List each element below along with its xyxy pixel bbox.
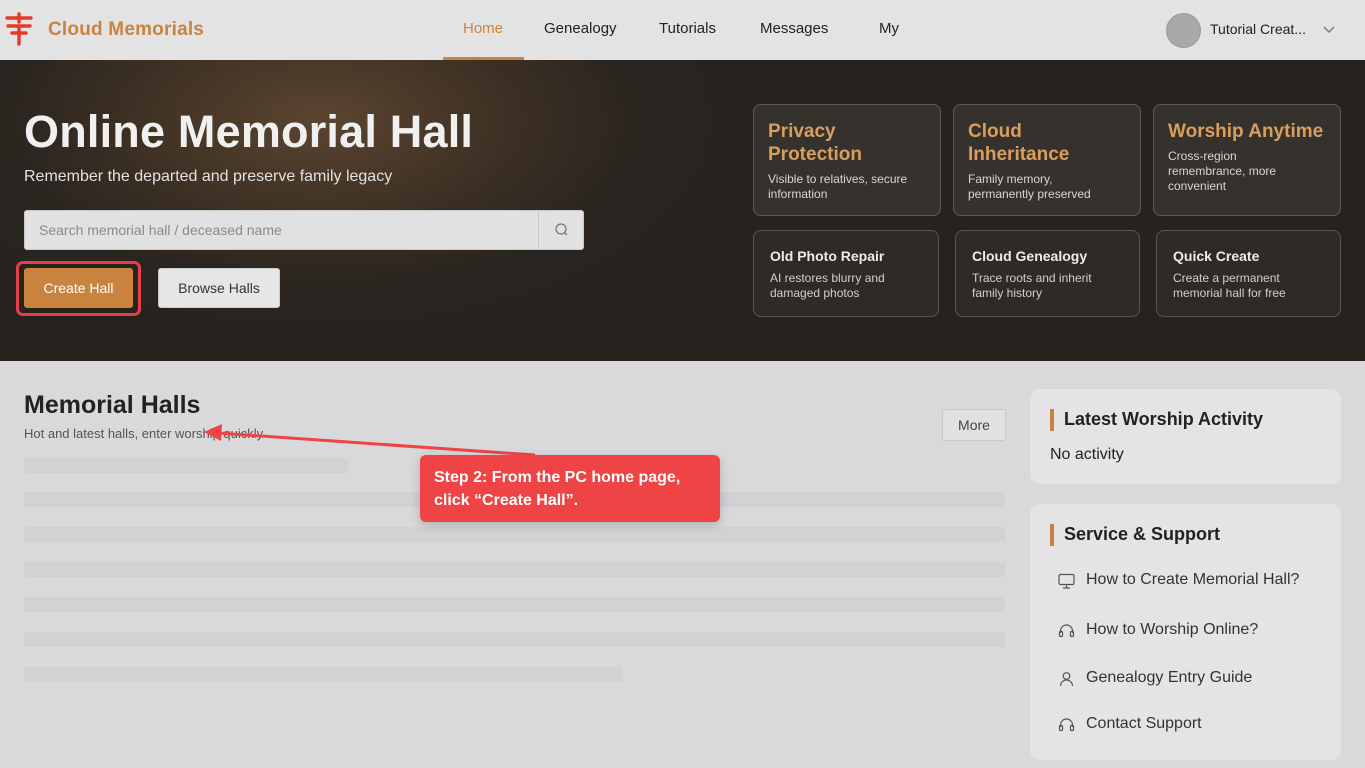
card-title: Service & Support bbox=[1050, 524, 1221, 546]
support-item-label: How to Create Memorial Hall? bbox=[1086, 571, 1300, 588]
feature-desc: Trace roots and inherit family history bbox=[972, 271, 1092, 300]
feature-worship-anytime[interactable]: Worship Anytime Cross-region remembrance… bbox=[1153, 104, 1341, 216]
feature-cloud-inheritance[interactable]: Cloud Inheritance Family memory, permane… bbox=[953, 104, 1141, 216]
latest-activity-card: Latest Worship Activity No activity bbox=[1030, 389, 1341, 484]
activity-title: Latest Worship Activity bbox=[1064, 409, 1264, 429]
feature-title: Old Photo Repair bbox=[770, 248, 885, 264]
memorial-halls-subtitle: Hot and latest halls, enter worship quic… bbox=[24, 426, 264, 441]
annotation-tooltip: Step 2: From the PC home page, click “Cr… bbox=[420, 455, 720, 522]
feature-desc: Family memory, permanently preserved bbox=[968, 172, 1091, 201]
search-button[interactable] bbox=[538, 211, 583, 249]
loading-skeleton bbox=[24, 562, 1005, 577]
feature-desc: AI restores blurry and damaged photos bbox=[770, 271, 885, 300]
headset-icon bbox=[1058, 718, 1075, 732]
hero-subtitle: Remember the departed and preserve famil… bbox=[24, 168, 393, 185]
loading-skeleton bbox=[24, 597, 1005, 612]
headset-icon bbox=[1058, 624, 1075, 638]
service-support-card: Service & Support How to Create Memorial… bbox=[1030, 504, 1341, 760]
support-title: Service & Support bbox=[1064, 524, 1221, 544]
feature-quick-create[interactable]: Quick Create Create a permanent memorial… bbox=[1156, 230, 1341, 317]
feature-privacy-protection[interactable]: Privacy Protection Visible to relatives,… bbox=[753, 104, 941, 216]
feature-cloud-genealogy[interactable]: Cloud Genealogy Trace roots and inherit … bbox=[955, 230, 1140, 317]
loading-skeleton bbox=[24, 458, 348, 473]
hero-banner: Online Memorial Hall Remember the depart… bbox=[0, 60, 1365, 361]
user-name[interactable]: Tutorial Creat... bbox=[1210, 21, 1306, 37]
nav-genealogy[interactable]: Genealogy bbox=[544, 20, 617, 37]
memorial-halls-title: Memorial Halls bbox=[24, 391, 201, 419]
accent-bar bbox=[1050, 524, 1054, 546]
activity-empty-text: No activity bbox=[1050, 446, 1124, 463]
annotation-text: Step 2: From the PC home page, click “Cr… bbox=[434, 469, 681, 509]
card-title: Latest Worship Activity bbox=[1050, 409, 1264, 431]
nav-tutorials[interactable]: Tutorials bbox=[659, 20, 716, 37]
chevron-down-icon[interactable] bbox=[1322, 22, 1336, 36]
nav-messages[interactable]: Messages bbox=[760, 20, 828, 37]
monitor-icon bbox=[1058, 573, 1075, 589]
search-input[interactable] bbox=[25, 211, 538, 249]
logo-icon bbox=[5, 12, 33, 46]
feature-title: Worship Anytime bbox=[1168, 121, 1324, 142]
create-hall-button[interactable]: Create Hall bbox=[24, 268, 133, 308]
avatar[interactable] bbox=[1166, 13, 1201, 48]
feature-old-photo-repair[interactable]: Old Photo Repair AI restores blurry and … bbox=[753, 230, 939, 317]
nav-my[interactable]: My bbox=[879, 20, 899, 37]
support-item-label: Contact Support bbox=[1086, 715, 1202, 732]
user-icon bbox=[1059, 672, 1074, 687]
browse-halls-button[interactable]: Browse Halls bbox=[158, 268, 280, 308]
feature-desc: Cross-region remembrance, more convenien… bbox=[1168, 149, 1277, 193]
search-icon bbox=[555, 223, 568, 236]
loading-skeleton bbox=[24, 667, 623, 682]
feature-title: Privacy Protection bbox=[768, 121, 862, 165]
support-item-label: How to Worship Online? bbox=[1086, 621, 1259, 638]
feature-title: Cloud Genealogy bbox=[972, 248, 1088, 264]
accent-bar bbox=[1050, 409, 1054, 431]
hero-title: Online Memorial Hall bbox=[24, 106, 474, 157]
top-navbar: Cloud Memorials Home Genealogy Tutorials… bbox=[0, 0, 1365, 60]
support-item-label: Genealogy Entry Guide bbox=[1086, 669, 1253, 686]
feature-title: Cloud Inheritance bbox=[968, 121, 1070, 165]
more-button[interactable]: More bbox=[942, 409, 1006, 441]
brand-name[interactable]: Cloud Memorials bbox=[48, 19, 204, 41]
loading-skeleton bbox=[24, 527, 1005, 542]
search-bar bbox=[24, 210, 584, 250]
nav-home[interactable]: Home bbox=[463, 20, 503, 37]
feature-desc: Create a permanent memorial hall for fre… bbox=[1173, 271, 1286, 300]
loading-skeleton bbox=[24, 632, 1005, 647]
feature-desc: Visible to relatives, secure information bbox=[768, 172, 908, 201]
feature-title: Quick Create bbox=[1173, 248, 1260, 264]
